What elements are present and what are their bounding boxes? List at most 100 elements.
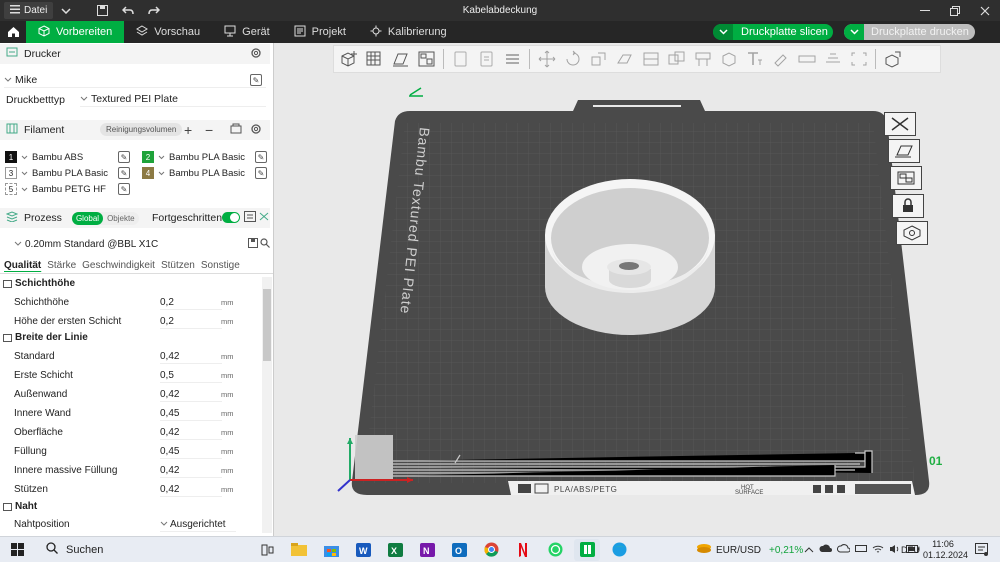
remove-icon[interactable]: − xyxy=(205,122,213,138)
keyboard-language[interactable]: DEU xyxy=(901,545,920,555)
param-input[interactable]: 0,42 xyxy=(160,425,222,440)
cable-cover-object[interactable] xyxy=(545,179,715,335)
edit-icon[interactable]: ✎ xyxy=(250,74,262,86)
home-icon[interactable] xyxy=(0,21,26,43)
tab-prepare[interactable]: Vorbereiten xyxy=(26,21,125,43)
onenote-icon[interactable]: N xyxy=(414,539,440,561)
filament-slot-4[interactable]: 4 Bambu PLA Basic ✎ xyxy=(142,167,267,179)
windows-start-icon[interactable] xyxy=(4,539,30,561)
edit-icon[interactable]: ✎ xyxy=(255,151,267,163)
notification-icon[interactable] xyxy=(975,543,988,559)
gear-icon[interactable] xyxy=(250,47,262,62)
word-icon[interactable]: W xyxy=(350,539,376,561)
bed-type-select[interactable]: Textured PEI Plate xyxy=(80,92,266,107)
wifi-icon[interactable] xyxy=(872,544,884,557)
task-view-icon[interactable] xyxy=(254,539,280,561)
file-explorer-icon[interactable] xyxy=(286,539,312,561)
orient-plate-icon[interactable] xyxy=(888,139,920,163)
excel-icon[interactable]: X xyxy=(382,539,408,561)
list-icon[interactable] xyxy=(244,211,256,225)
param-input[interactable]: 0,2 xyxy=(160,295,222,310)
tab-preview[interactable]: Vorschau xyxy=(124,21,212,43)
add-icon[interactable]: + xyxy=(184,122,192,138)
close-icon[interactable] xyxy=(970,0,1000,21)
compare-icon[interactable] xyxy=(258,211,270,225)
filament-slot-2[interactable]: 2 Bambu PLA Basic ✎ xyxy=(142,151,267,163)
cloud-icon[interactable] xyxy=(819,544,832,556)
chevron-down-icon[interactable] xyxy=(53,7,79,14)
edit-plate-icon[interactable] xyxy=(409,87,423,97)
bambu-studio-taskbar-icon[interactable] xyxy=(574,538,600,561)
param-input[interactable]: 0,42 xyxy=(160,387,222,402)
system-clock[interactable]: 11:06 01.12.2024 xyxy=(923,539,968,561)
onedrive-icon[interactable] xyxy=(836,544,851,556)
print-plate-button[interactable]: Druckplatte drucken xyxy=(844,24,975,40)
tab-speed[interactable]: Geschwindigkeit xyxy=(82,260,155,271)
param-input[interactable]: 0,45 xyxy=(160,406,222,421)
minimize-icon[interactable] xyxy=(910,0,940,21)
edit-icon[interactable]: ✎ xyxy=(118,167,130,179)
scrollbar-track[interactable] xyxy=(262,277,272,533)
tab-calibration[interactable]: Kalibrierung xyxy=(358,21,459,43)
toggle-global[interactable]: Global xyxy=(71,211,104,225)
filament-slot-5[interactable]: 5 Bambu PETG HF ✎ xyxy=(5,183,130,195)
param-input[interactable]: 0,42 xyxy=(160,349,222,364)
edit-icon[interactable]: ✎ xyxy=(118,151,130,163)
filament-slot-1[interactable]: 1 Bambu ABS ✎ xyxy=(5,151,130,163)
sync-icon[interactable] xyxy=(230,123,242,137)
tab-device[interactable]: Gerät xyxy=(212,21,282,43)
chevron-down-icon[interactable] xyxy=(713,24,733,40)
param-row: Stützen 0,42 mm xyxy=(0,480,262,499)
tab-support[interactable]: Stützen xyxy=(161,260,195,271)
store-icon[interactable] xyxy=(318,539,344,561)
whatsapp-icon[interactable] xyxy=(542,539,568,561)
param-input[interactable]: 0,42 xyxy=(160,482,222,497)
stock-ticker[interactable]: EUR/USD +0,21% xyxy=(696,539,803,561)
flush-volume-button[interactable]: Reinigungsvolumen xyxy=(100,123,183,136)
tab-strength[interactable]: Stärke xyxy=(47,260,76,271)
search-icon[interactable] xyxy=(260,237,270,251)
edge-icon[interactable] xyxy=(606,539,632,561)
gear-icon[interactable] xyxy=(250,123,262,138)
drive-icon[interactable] xyxy=(855,544,867,556)
3d-viewport[interactable]: Bambu Textured PEI Plate PLA/ABS/PETG HO… xyxy=(275,43,1000,536)
taskbar-search[interactable]: Suchen xyxy=(36,539,226,561)
seam-position-select[interactable]: Ausgerichtet xyxy=(160,517,236,532)
slice-plate-button[interactable]: Druckplatte slicen xyxy=(713,24,833,40)
restore-icon[interactable] xyxy=(940,0,970,21)
tab-others[interactable]: Sonstige xyxy=(201,260,240,271)
volume-icon[interactable] xyxy=(889,544,901,557)
param-unit: mm xyxy=(221,390,234,399)
delete-plate-icon[interactable] xyxy=(884,112,916,136)
scrollbar-thumb[interactable] xyxy=(263,289,271,361)
global-objects-toggle[interactable]: Global Objekte xyxy=(71,211,139,225)
chrome-icon[interactable] xyxy=(478,539,504,561)
save-icon[interactable] xyxy=(89,5,115,16)
param-input[interactable]: 0,5 xyxy=(160,368,222,383)
arrange-plate-icon[interactable] xyxy=(890,166,922,190)
tab-quality[interactable]: Qualität xyxy=(4,260,41,271)
lock-icon[interactable] xyxy=(892,194,924,218)
windows-taskbar: Suchen W X N O EUR/USD +0,21% DEU 11:06 … xyxy=(0,536,1000,562)
filament-slot-3[interactable]: 3 Bambu PLA Basic ✎ xyxy=(5,167,130,179)
advanced-switch[interactable] xyxy=(222,212,240,223)
chevron-down-icon xyxy=(158,152,165,163)
process-preset-select[interactable]: 0.20mm Standard @BBL X1C xyxy=(14,237,272,251)
tab-project[interactable]: Projekt xyxy=(282,21,358,43)
netflix-icon[interactable] xyxy=(510,539,536,561)
edit-icon[interactable]: ✎ xyxy=(118,183,130,195)
printer-selector[interactable]: Mike ✎ xyxy=(4,73,266,88)
chevron-down-icon[interactable] xyxy=(844,24,864,40)
toggle-objects[interactable]: Objekte xyxy=(103,212,139,225)
edit-icon[interactable]: ✎ xyxy=(255,167,267,179)
param-input[interactable]: 0,2 xyxy=(160,314,222,329)
undo-icon[interactable] xyxy=(115,5,141,16)
param-input[interactable]: 0,42 xyxy=(160,463,222,478)
save-icon[interactable] xyxy=(248,237,258,251)
param-input[interactable]: 0,45 xyxy=(160,444,222,459)
outlook-icon[interactable]: O xyxy=(446,539,472,561)
chevron-up-icon[interactable] xyxy=(804,545,814,556)
plate-settings-icon[interactable] xyxy=(896,221,928,245)
file-menu-button[interactable]: Datei xyxy=(4,2,54,19)
redo-icon[interactable] xyxy=(141,5,167,16)
